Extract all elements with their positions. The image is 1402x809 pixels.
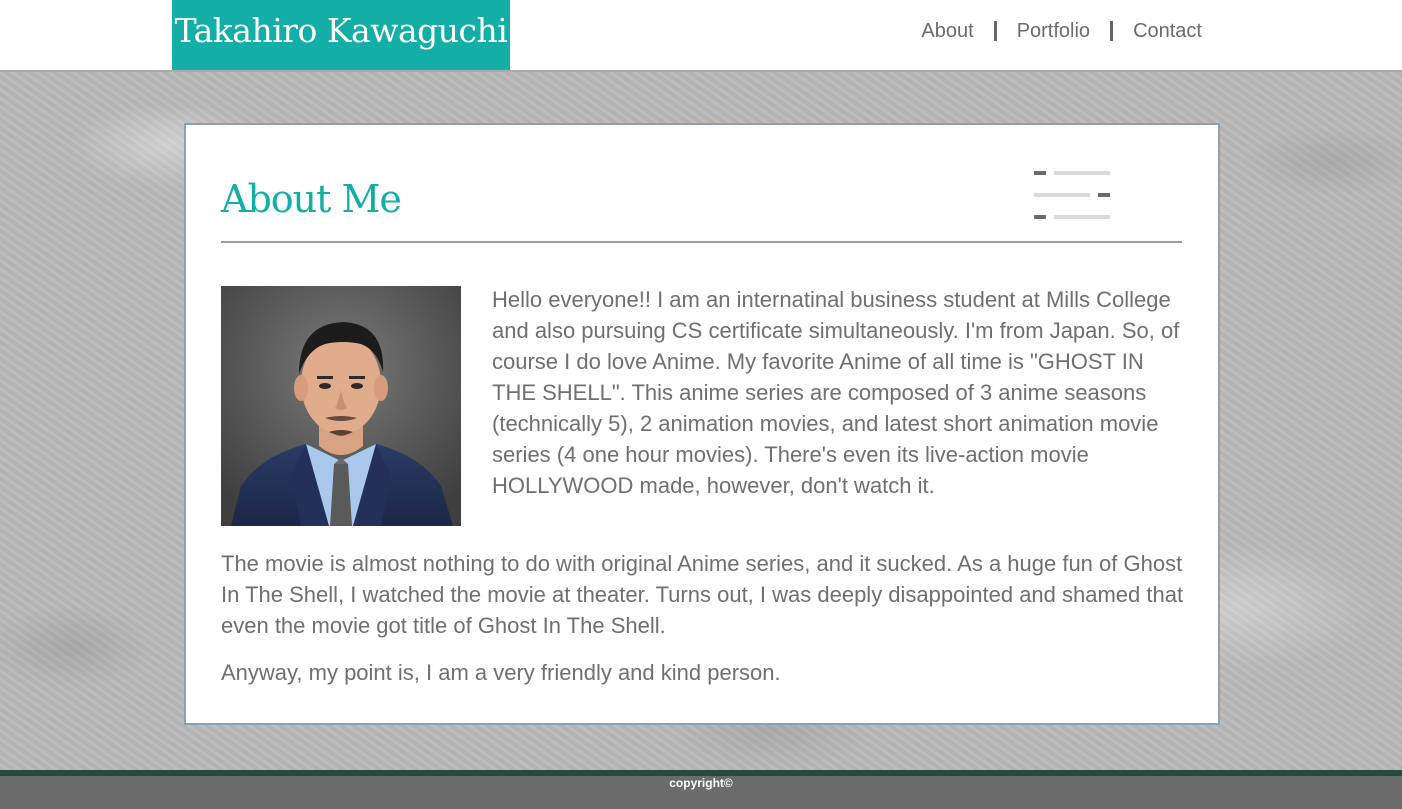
page-title: About Me (221, 177, 402, 221)
about-paragraph-1: Hello everyone!! I am an internatinal bu… (492, 287, 1180, 498)
nav-contact-link[interactable]: Contact (1133, 20, 1202, 43)
about-card: About Me Hello everyone!! I am an intern… (184, 123, 1220, 725)
nav-about-link[interactable]: About (921, 20, 973, 43)
nav-portfolio-link[interactable]: Portfolio (1017, 20, 1090, 43)
title-divider (221, 241, 1182, 243)
site-header: Takahiro Kawaguchi About Portfolio Conta… (0, 0, 1402, 72)
copyright-text: copyright© (669, 776, 733, 790)
nav-separator (993, 21, 997, 41)
site-brand[interactable]: Takahiro Kawaguchi (172, 0, 510, 70)
about-paragraph-2: The movie is almost nothing to do with o… (221, 551, 1184, 638)
nav-separator (1110, 21, 1114, 41)
site-footer: copyright© (0, 776, 1402, 809)
profile-photo (221, 286, 461, 526)
main-nav: About Portfolio Contact (921, 17, 1202, 45)
about-paragraph-3: Anyway, my point is, I am a very friendl… (221, 660, 781, 685)
menu-lines-icon (1034, 171, 1110, 219)
